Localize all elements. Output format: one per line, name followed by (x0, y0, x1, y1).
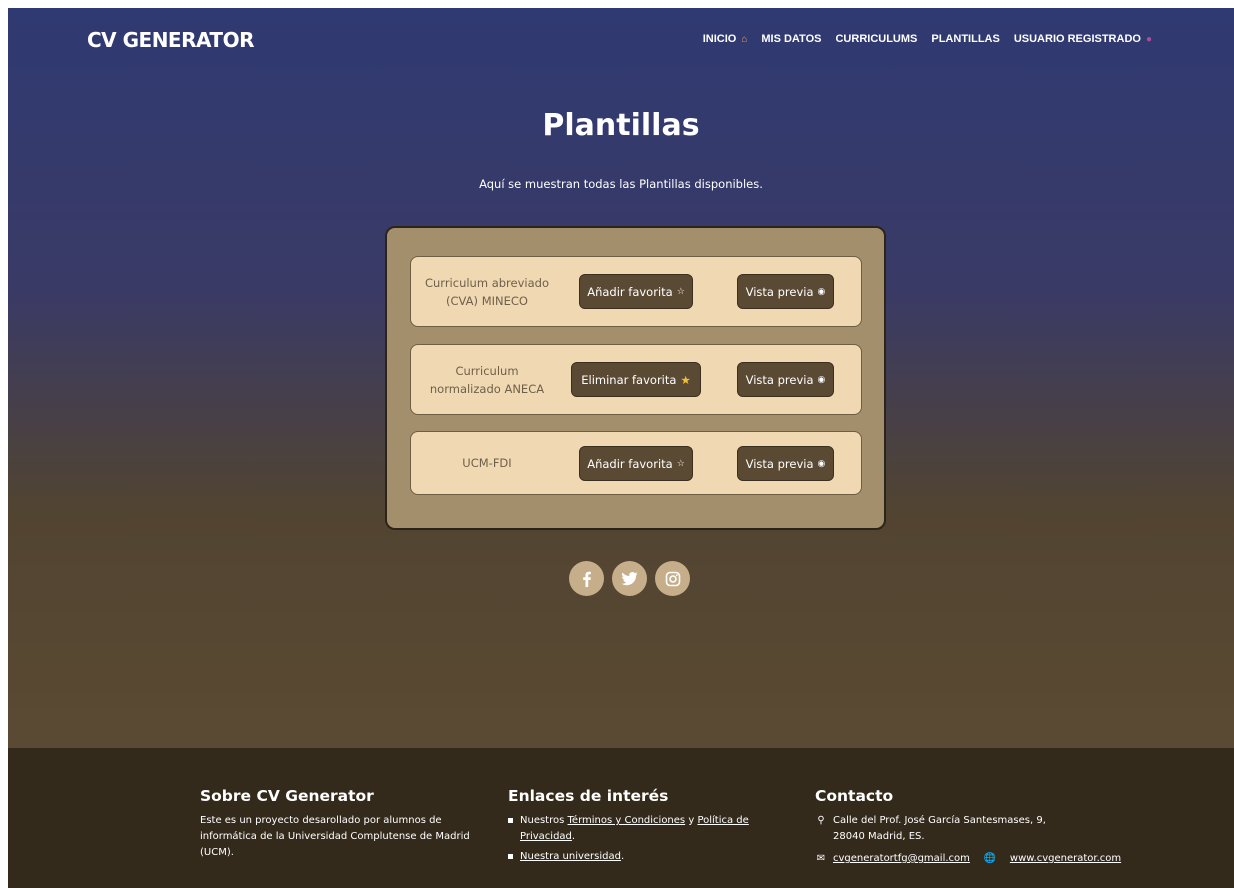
twitter-icon (621, 572, 638, 586)
globe-icon: 🌐 (983, 853, 997, 864)
button-label: Vista previa (745, 284, 814, 299)
list-item: Nuestra universidad. (508, 849, 778, 865)
website-link[interactable]: www.cvgenerator.com (1010, 851, 1121, 867)
footer-links-title: Enlaces de interés (508, 787, 669, 805)
star-outline-icon: ☆ (676, 286, 685, 297)
contact-links: ✉ cvgeneratortfg@gmail.com 🌐 www.cvgener… (815, 851, 1145, 867)
nav-item-inicio[interactable]: INICIO ⌂ (703, 33, 748, 45)
university-link[interactable]: Nuestra universidad (520, 851, 621, 862)
twitter-link[interactable] (612, 561, 647, 596)
templates-panel: Curriculum abreviado (CVA) MINECO Añadir… (385, 226, 886, 530)
contact-address: ⚲ Calle del Prof. José García Santesmase… (815, 813, 1145, 845)
eye-icon: ◉ (817, 286, 826, 297)
preview-button[interactable]: Vista previa ◉ (737, 362, 834, 397)
template-card: Curriculum normalizado ANECA Eliminar fa… (410, 344, 862, 415)
add-favorite-button[interactable]: Añadir favorita ☆ (579, 446, 693, 481)
page-subtitle: Aquí se muestran todas las Plantillas di… (479, 177, 763, 191)
hero-section: CV GENERATOR INICIO ⌂ MIS DATOS CURRICUL… (8, 8, 1234, 748)
star-filled-icon: ★ (680, 372, 691, 387)
house-icon: ⌂ (741, 33, 748, 45)
instagram-icon (665, 571, 680, 586)
social-links (569, 561, 690, 596)
footer-contact-title: Contacto (815, 787, 894, 805)
link-suffix: . (620, 851, 625, 862)
nav-item-plantillas[interactable]: PLANTILLAS (931, 33, 999, 45)
eye-icon: ◉ (817, 458, 826, 469)
footer-links: Enlaces de interés Nuestros Términos y C… (508, 787, 778, 869)
preview-button[interactable]: Vista previa ◉ (737, 446, 834, 481)
brand-logo[interactable]: CV GENERATOR (87, 28, 254, 52)
email-link[interactable]: cvgeneratortfg@gmail.com (833, 851, 970, 867)
list-item: Nuestros Términos y Condiciones y Políti… (508, 813, 778, 845)
button-label: Eliminar favorita (581, 372, 677, 387)
nav-item-label: USUARIO REGISTRADO (1013, 33, 1141, 45)
main-nav: INICIO ⌂ MIS DATOS CURRICULUMS PLANTILLA… (703, 33, 1152, 45)
footer-about-title: Sobre CV Generator (200, 787, 374, 805)
terms-link[interactable]: Términos y Condiciones (568, 815, 686, 826)
facebook-link[interactable] (569, 561, 604, 596)
link-connector: y (688, 815, 695, 826)
nav-item-label: PLANTILLAS (931, 33, 1000, 45)
address-text: Calle del Prof. José García Santesmases,… (833, 815, 1046, 842)
nav-item-mis-datos[interactable]: MIS DATOS (761, 33, 821, 45)
link-prefix: Nuestros (520, 815, 565, 826)
instagram-link[interactable] (655, 561, 690, 596)
button-label: Añadir favorita (587, 456, 673, 471)
nav-item-label: INICIO (702, 33, 737, 45)
template-card: Curriculum abreviado (CVA) MINECO Añadir… (410, 256, 862, 327)
button-label: Vista previa (745, 372, 814, 387)
footer-about: Sobre CV Generator Este es un proyecto d… (200, 787, 470, 861)
star-outline-icon: ☆ (676, 458, 685, 469)
eye-icon: ◉ (817, 374, 826, 385)
envelope-icon: ✉ (816, 853, 826, 864)
map-pin-icon: ⚲ (817, 815, 825, 826)
page-title: Plantillas (542, 108, 700, 143)
nav-item-curriculums[interactable]: CURRICULUMS (835, 33, 917, 45)
user-icon: ● (1145, 33, 1152, 45)
page: CV GENERATOR INICIO ⌂ MIS DATOS CURRICUL… (8, 8, 1234, 888)
nav-item-label: CURRICULUMS (835, 33, 918, 45)
nav-item-label: MIS DATOS (761, 33, 822, 45)
template-name: UCM-FDI (462, 456, 512, 470)
preview-button[interactable]: Vista previa ◉ (737, 274, 834, 309)
template-card: UCM-FDI Añadir favorita ☆ Vista previa ◉ (410, 431, 862, 495)
footer-about-text: Este es un proyecto desarollado por alum… (200, 815, 470, 858)
footer: Sobre CV Generator Este es un proyecto d… (8, 748, 1234, 888)
button-label: Vista previa (745, 456, 814, 471)
facebook-icon (582, 571, 591, 587)
add-favorite-button[interactable]: Añadir favorita ☆ (579, 274, 693, 309)
button-label: Añadir favorita (587, 284, 673, 299)
link-suffix: . (571, 831, 576, 842)
footer-contact: Contacto ⚲ Calle del Prof. José García S… (815, 787, 1145, 873)
nav-item-usuario[interactable]: USUARIO REGISTRADO ● (1014, 33, 1152, 45)
remove-favorite-button[interactable]: Eliminar favorita ★ (571, 362, 701, 397)
template-name: Curriculum abreviado (CVA) MINECO (424, 275, 549, 308)
template-name: Curriculum normalizado ANECA (429, 363, 545, 396)
